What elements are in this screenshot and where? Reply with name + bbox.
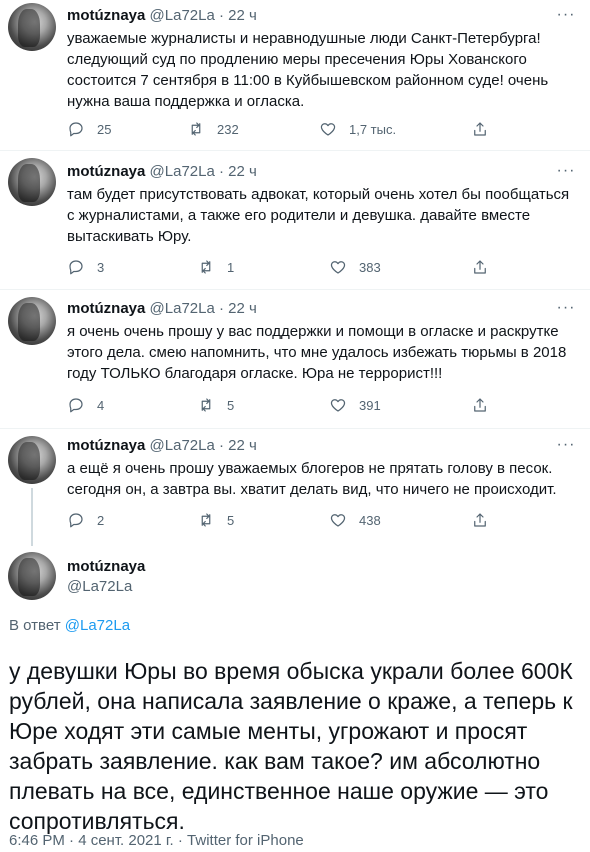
reply-button[interactable]: 25 — [67, 119, 111, 139]
main-avatar[interactable] — [8, 552, 56, 600]
tweet-time[interactable]: 22 ч — [228, 300, 257, 317]
tweet-4[interactable]: motúznaya @La72La · 22 ч ··· а ещё я оче… — [0, 428, 590, 546]
reply-count: 25 — [97, 121, 112, 137]
reply-icon — [69, 260, 83, 275]
retweet-icon — [201, 398, 211, 412]
tweet-header: motúznaya @La72La · 22 ч — [67, 7, 257, 24]
tweet-time[interactable]: 22 ч — [228, 163, 257, 180]
tweet-time[interactable]: 22 ч — [228, 437, 257, 454]
reply-count: 2 — [97, 512, 105, 528]
share-icon — [474, 122, 486, 136]
tweet-header: motúznaya @La72La · 22 ч — [67, 437, 257, 454]
retweet-button[interactable]: 5 — [197, 510, 234, 530]
share-button[interactable] — [471, 119, 489, 139]
author-name[interactable]: motúznaya — [67, 300, 145, 317]
retweet-count: 1 — [227, 259, 235, 275]
retweet-icon — [191, 122, 201, 136]
tweet-1[interactable]: motúznaya @La72La · 22 ч ··· уважаемые ж… — [0, 0, 590, 151]
share-button[interactable] — [471, 510, 489, 530]
main-author-handle[interactable]: @La72La — [67, 578, 132, 595]
author-name[interactable]: motúznaya — [67, 163, 145, 180]
reply-to: В ответ @La72La — [9, 617, 130, 634]
tweet-actions: 25 232 1,7 тыс. — [67, 119, 497, 139]
author-handle[interactable]: @La72La — [150, 7, 215, 24]
author-handle[interactable]: @La72La — [150, 300, 215, 317]
retweet-button[interactable]: 1 — [197, 257, 234, 277]
retweet-count: 232 — [217, 121, 239, 137]
author-handle[interactable]: @La72La — [150, 163, 215, 180]
retweet-count: 5 — [227, 397, 235, 413]
reply-to-prefix: В ответ — [9, 617, 61, 634]
like-count: 1,7 тыс. — [349, 121, 397, 137]
main-author-name[interactable]: motúznaya — [67, 558, 145, 575]
more-icon[interactable]: ··· — [554, 437, 578, 458]
author-name[interactable]: motúznaya — [67, 437, 145, 454]
like-count: 383 — [359, 259, 381, 275]
tweet-3[interactable]: motúznaya @La72La · 22 ч ··· я очень оче… — [0, 289, 590, 429]
like-count: 391 — [359, 397, 381, 413]
avatar[interactable] — [8, 158, 56, 206]
more-icon[interactable]: ··· — [554, 163, 578, 184]
heart-icon — [330, 261, 346, 274]
like-button[interactable]: 383 — [329, 257, 381, 277]
tweet-text: там будет присутствовать адвокат, которы… — [67, 186, 570, 245]
share-icon — [474, 513, 486, 527]
thread-line — [31, 488, 33, 546]
retweet-button[interactable]: 232 — [187, 119, 239, 139]
reply-button[interactable]: 3 — [67, 257, 104, 277]
tweet-actions: 4 5 391 — [67, 395, 497, 415]
author-name[interactable]: motúznaya — [67, 7, 145, 24]
tweet-header: motúznaya @La72La · 22 ч — [67, 163, 257, 180]
tweet-actions: 2 5 438 — [67, 510, 497, 530]
like-button[interactable]: 1,7 тыс. — [319, 119, 396, 139]
reply-icon — [69, 122, 83, 137]
retweet-icon — [201, 513, 211, 527]
tweet-text: а ещё я очень прошу уважаемых блогеров н… — [67, 460, 557, 498]
tweet-meta[interactable]: 6:46 PM · 4 сент. 2021 г. · Twitter for … — [9, 832, 304, 849]
author-handle[interactable]: @La72La — [150, 437, 215, 454]
reply-icon — [69, 513, 83, 528]
avatar[interactable] — [8, 297, 56, 345]
reply-button[interactable]: 4 — [67, 395, 104, 415]
like-count: 438 — [359, 512, 381, 528]
more-icon[interactable]: ··· — [554, 7, 578, 28]
reply-button[interactable]: 2 — [67, 510, 104, 530]
heart-icon — [330, 514, 346, 527]
reply-count: 3 — [97, 259, 105, 275]
tweet-header: motúznaya @La72La · 22 ч — [67, 300, 257, 317]
tweet-text: я очень очень прошу у вас поддержки и по… — [67, 323, 567, 382]
heart-icon — [330, 399, 346, 412]
avatar[interactable] — [8, 436, 56, 484]
tweet-actions: 3 1 383 — [67, 257, 497, 277]
reply-to-handle-link[interactable]: @La72La — [65, 617, 130, 634]
tweet-time[interactable]: 22 ч — [228, 7, 257, 24]
like-button[interactable]: 438 — [329, 510, 381, 530]
share-button[interactable] — [471, 257, 489, 277]
share-icon — [474, 398, 486, 412]
main-tweet-text: у девушки Юры во время обыска украли бол… — [9, 658, 573, 834]
avatar[interactable] — [8, 3, 56, 51]
reply-icon — [69, 398, 83, 413]
retweet-count: 5 — [227, 512, 235, 528]
like-button[interactable]: 391 — [329, 395, 381, 415]
tweet-text: уважаемые журналисты и неравнодушные люд… — [67, 30, 549, 110]
share-icon — [474, 260, 486, 274]
heart-icon — [320, 123, 336, 136]
share-button[interactable] — [471, 395, 489, 415]
more-icon[interactable]: ··· — [554, 300, 578, 321]
reply-count: 4 — [97, 397, 105, 413]
retweet-icon — [201, 260, 211, 274]
retweet-button[interactable]: 5 — [197, 395, 234, 415]
tweet-2[interactable]: motúznaya @La72La · 22 ч ··· там будет п… — [0, 150, 590, 290]
